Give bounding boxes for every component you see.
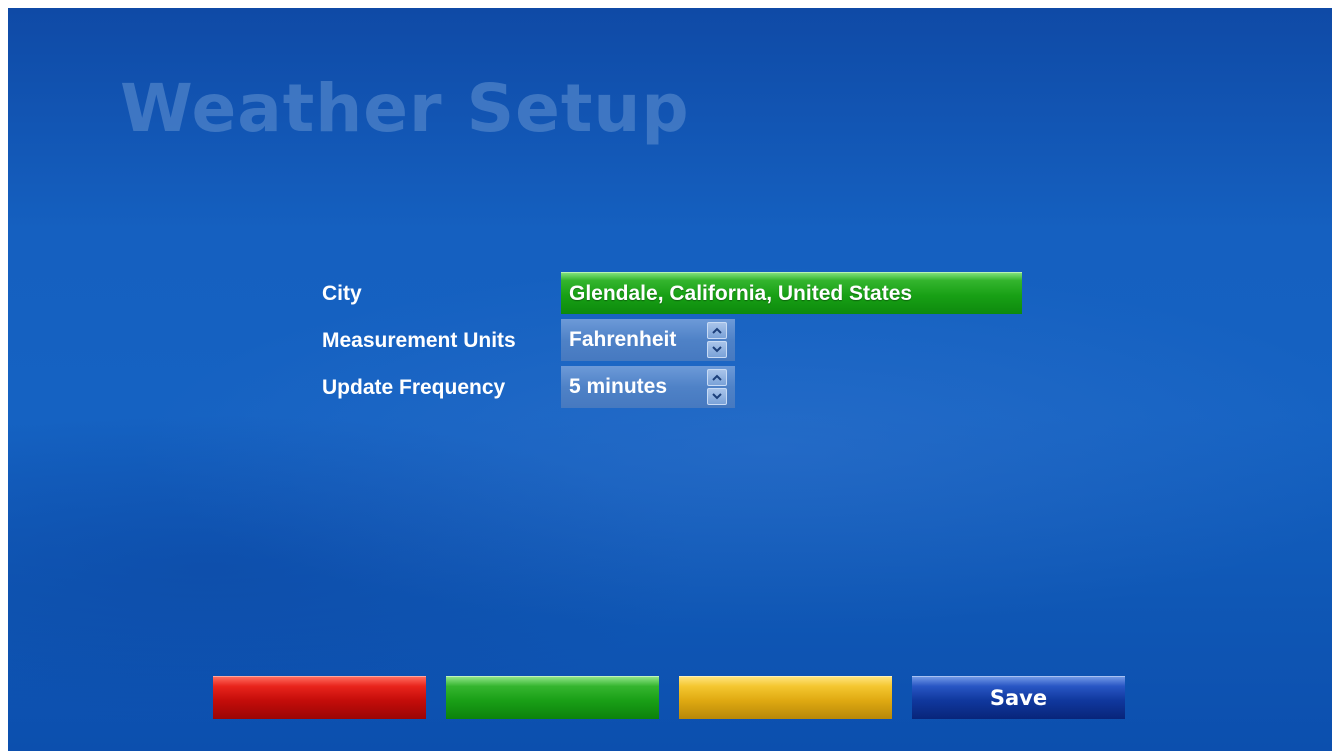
city-field[interactable]: Glendale, California, United States [561, 272, 1022, 314]
measurement-units-spinner[interactable]: Fahrenheit [561, 319, 735, 361]
update-frequency-spin-buttons [707, 369, 727, 405]
measurement-units-spin-buttons [707, 322, 727, 358]
measurement-units-up-button[interactable] [707, 322, 727, 339]
page-title: Weather Setup [120, 70, 690, 147]
update-frequency-down-button[interactable] [707, 388, 727, 405]
red-button[interactable] [213, 676, 426, 719]
measurement-units-down-button[interactable] [707, 341, 727, 358]
yellow-button[interactable] [679, 676, 892, 719]
green-button[interactable] [446, 676, 659, 719]
weather-setup-screen: Weather Setup City Glendale, California,… [8, 8, 1332, 751]
chevron-up-icon [712, 327, 722, 334]
chevron-down-icon [712, 346, 722, 353]
update-frequency-up-button[interactable] [707, 369, 727, 386]
update-frequency-label: Update Frequency [322, 376, 506, 399]
update-frequency-value: 5 minutes [569, 375, 668, 398]
city-label: City [322, 282, 362, 305]
chevron-down-icon [712, 393, 722, 400]
chevron-up-icon [712, 374, 722, 381]
measurement-units-value: Fahrenheit [569, 328, 677, 351]
save-button[interactable]: Save [912, 676, 1125, 719]
measurement-units-label: Measurement Units [322, 329, 516, 352]
update-frequency-spinner[interactable]: 5 minutes [561, 366, 735, 408]
